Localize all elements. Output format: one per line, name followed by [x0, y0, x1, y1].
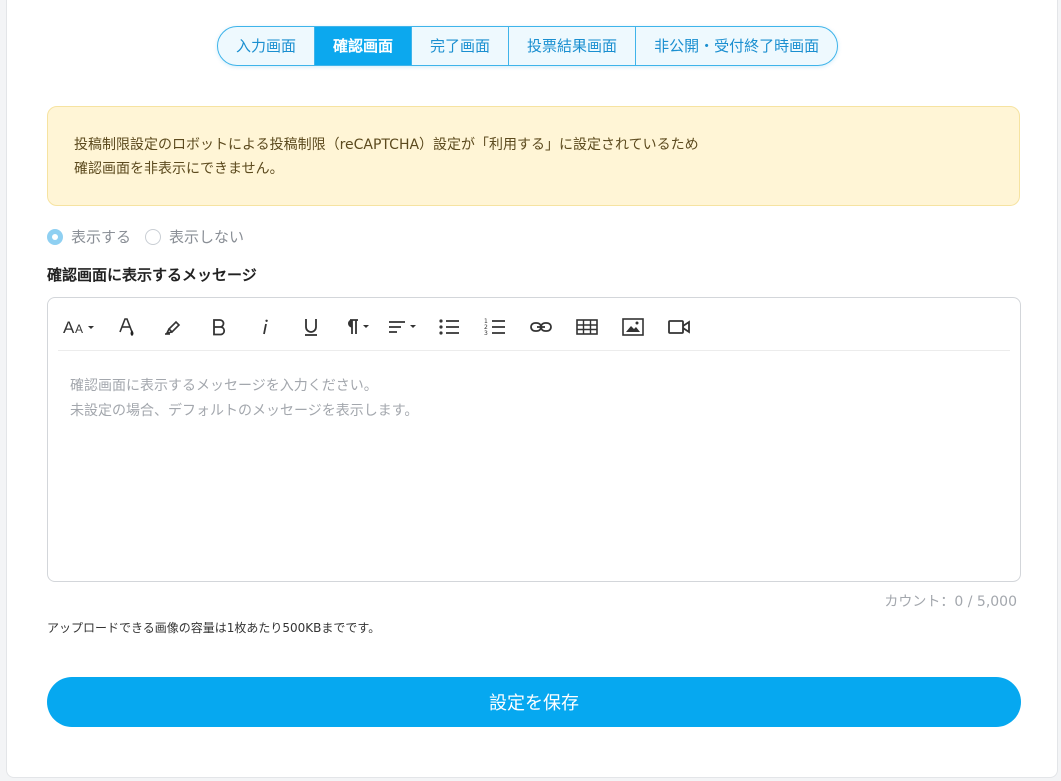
link-icon[interactable]: [518, 309, 564, 345]
character-counter: カウント：0 / 5,000: [884, 594, 1017, 610]
table-icon[interactable]: [564, 309, 610, 345]
placeholder-line-1: 確認画面に表示するメッセージを入力ください。: [70, 378, 378, 394]
highlight-icon[interactable]: [150, 309, 196, 345]
radio-hide-indicator[interactable]: [145, 228, 162, 245]
save-settings-button[interactable]: 設定を保存: [47, 677, 1021, 727]
bold-icon[interactable]: [196, 309, 242, 345]
font-color-icon[interactable]: [104, 309, 150, 345]
alert-line-1: 投稿制限設定のロボットによる投稿制限（reCAPTCHA）設定が「利用する」に設…: [74, 137, 699, 153]
screen-tabs: 入力画面 確認画面 完了画面 投票結果画面 非公開・受付終了時画面: [217, 26, 839, 66]
italic-icon[interactable]: [242, 309, 288, 345]
alert-line-2: 確認画面を非表示にできません。: [74, 161, 284, 177]
message-section-title: 確認画面に表示するメッセージ: [47, 266, 257, 284]
settings-card: 入力画面 確認画面 完了画面 投票結果画面 非公開・受付終了時画面 投稿制限設定…: [6, 0, 1058, 778]
warning-alert: 投稿制限設定のロボットによる投稿制限（reCAPTCHA）設定が「利用する」に設…: [47, 106, 1020, 206]
svg-text:A: A: [63, 318, 75, 337]
radio-show-label: 表示する: [71, 228, 132, 246]
align-icon[interactable]: [380, 309, 426, 345]
tab-input[interactable]: 入力画面: [218, 27, 316, 65]
tab-confirm[interactable]: 確認画面: [315, 27, 413, 65]
upload-size-note: アップロードできる画像の容量は1枚あたり500KBまでです。: [47, 621, 381, 635]
svg-text:3: 3: [484, 330, 488, 337]
font-size-icon[interactable]: AA: [58, 309, 104, 345]
image-icon[interactable]: [610, 309, 656, 345]
rich-text-editor: AA 1 2 3 確認画面に表示するメッセージを入力ください。 未設定の場合、デ…: [47, 297, 1021, 582]
video-icon[interactable]: [656, 309, 702, 345]
radio-hide-label: 表示しない: [169, 228, 245, 246]
numbered-list-icon[interactable]: 123: [472, 309, 518, 345]
bullet-list-icon[interactable]: [426, 309, 472, 345]
editor-placeholder[interactable]: 確認画面に表示するメッセージを入力ください。 未設定の場合、デフォルトのメッセー…: [70, 374, 418, 424]
placeholder-line-2: 未設定の場合、デフォルトのメッセージを表示します。: [70, 403, 419, 419]
display-radio-group: 表示する 表示しない: [47, 226, 258, 247]
svg-text:A: A: [75, 322, 83, 336]
radio-hide[interactable]: 表示しない: [145, 226, 244, 247]
radio-show-indicator[interactable]: [47, 228, 63, 245]
tab-closed[interactable]: 非公開・受付終了時画面: [636, 27, 837, 65]
radio-show[interactable]: 表示する: [47, 226, 131, 247]
tab-complete[interactable]: 完了画面: [412, 27, 510, 65]
editor-toolbar: AA 1 2 3: [58, 304, 1010, 351]
underline-icon[interactable]: [288, 309, 334, 345]
tab-vote-result[interactable]: 投票結果画面: [509, 27, 637, 65]
paragraph-icon[interactable]: [334, 309, 380, 345]
